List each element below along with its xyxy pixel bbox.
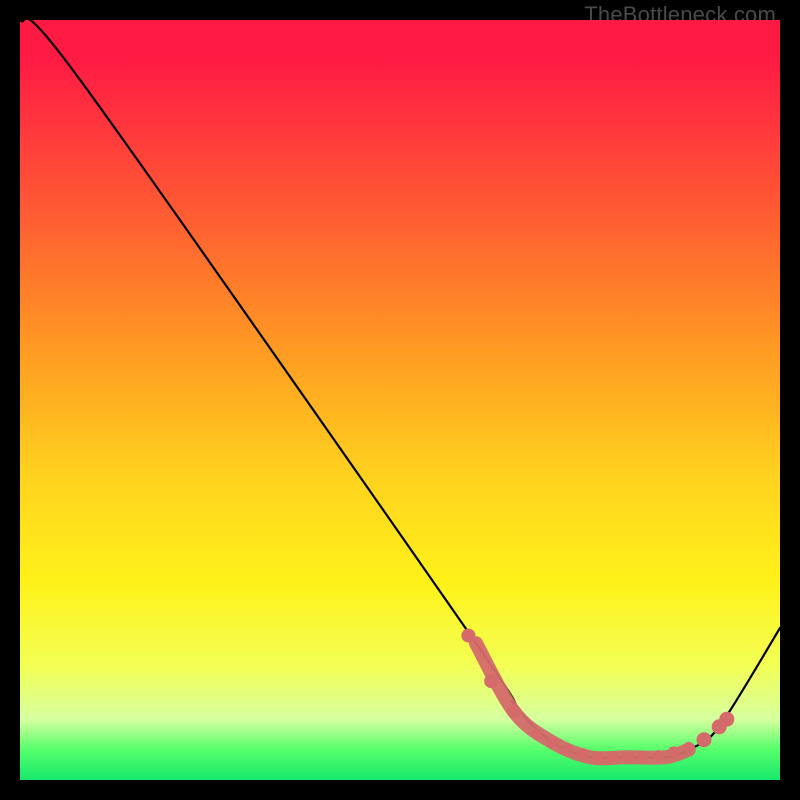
- highlight-marker: [607, 752, 618, 763]
- bottleneck-curve: [20, 20, 780, 758]
- chart-frame: TheBottleneck.com: [0, 0, 800, 800]
- highlight-marker: [592, 752, 603, 763]
- highlight-marker: [507, 705, 521, 719]
- highlight-marker: [719, 712, 734, 727]
- highlight-marker: [653, 750, 664, 761]
- highlight-marker: [577, 748, 588, 759]
- plot-area: [20, 20, 780, 780]
- highlight-marker-group: [461, 629, 734, 763]
- curve-layer: [20, 20, 780, 780]
- highlight-marker: [562, 744, 573, 755]
- highlight-marker: [638, 752, 649, 763]
- highlight-marker: [697, 732, 712, 747]
- highlight-marker: [668, 746, 679, 757]
- highlight-marker: [531, 729, 542, 740]
- highlight-marker: [623, 752, 634, 763]
- highlight-track: [476, 643, 689, 758]
- highlight-marker: [547, 737, 558, 748]
- highlight-marker: [461, 629, 475, 643]
- highlight-marker: [484, 674, 498, 688]
- highlight-marker: [683, 742, 694, 753]
